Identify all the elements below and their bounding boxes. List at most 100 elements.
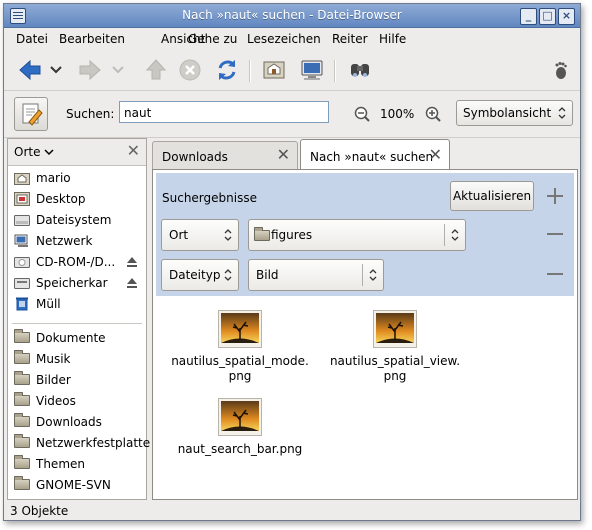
updown-arrows-icon xyxy=(451,229,459,241)
menu-lesezeichen[interactable]: Lesezeichen xyxy=(247,32,321,46)
cdrom-drive-icon xyxy=(14,257,30,268)
sidebar-item-musik[interactable]: Musik xyxy=(14,349,142,369)
folder-icon xyxy=(14,329,30,343)
tab-downloads[interactable]: Downloads ✕ xyxy=(152,141,298,169)
zoom-in-button[interactable] xyxy=(425,106,441,125)
combo-divider xyxy=(362,264,363,286)
sidebar-item-netzwerk[interactable]: Netzwerk xyxy=(14,231,142,251)
sidebar-item-themen[interactable]: Themen xyxy=(14,454,142,474)
file-type-select[interactable]: Bild xyxy=(248,259,384,291)
computer-icon xyxy=(301,60,323,80)
status-bar: 3 Objekte xyxy=(4,500,580,520)
tab-panel: Suchergebnisse Aktualisieren Ort figures xyxy=(152,169,578,500)
sidebar-mode-select[interactable]: Orte xyxy=(14,145,54,159)
sidebar-item-label: Müll xyxy=(36,297,61,311)
stop-icon xyxy=(179,59,201,81)
folder-icon xyxy=(14,350,30,364)
menu-datei[interactable]: Datei xyxy=(16,32,48,46)
sidebar-item-muell[interactable]: Müll xyxy=(14,294,142,314)
close-window-button[interactable]: × xyxy=(558,8,575,25)
chevron-down-icon xyxy=(50,66,62,74)
sidebar-item-label: mario xyxy=(36,171,71,185)
sidebar-item-speicherkarte[interactable]: Speicherkar xyxy=(14,273,142,293)
sidebar-item-bilder[interactable]: Bilder xyxy=(14,370,142,390)
close-tab-icon[interactable]: ✕ xyxy=(429,147,442,163)
search-button[interactable] xyxy=(346,56,374,84)
image-file-icon xyxy=(373,310,417,348)
sidebar-item-label: Bilder xyxy=(36,373,71,387)
sidebar-item-label: Netzwerk xyxy=(36,234,93,248)
close-tab-icon[interactable]: ✕ xyxy=(277,147,290,163)
sidebar-item-dateisystem[interactable]: Dateisystem xyxy=(14,210,142,230)
image-thumbnail xyxy=(218,398,262,436)
file-item[interactable]: naut_search_bar.png xyxy=(170,398,310,457)
home-icon xyxy=(263,61,285,79)
search-input[interactable]: naut xyxy=(119,101,329,123)
view-mode-value: Symbolansicht xyxy=(463,106,552,120)
menu-gehe-zu[interactable]: Gehe zu xyxy=(188,32,237,46)
reload-button[interactable] xyxy=(213,56,241,84)
history-dropdown[interactable] xyxy=(48,56,64,84)
back-button[interactable] xyxy=(16,56,44,84)
main-area: Downloads ✕ Nach »naut« suchen ✕ Sucherg… xyxy=(152,139,578,501)
sidebar-item-mario[interactable]: mario xyxy=(14,168,142,188)
zoom-out-button[interactable] xyxy=(354,106,370,125)
title-bar[interactable]: Nach »naut« suchen - Datei-Browser _ □ × xyxy=(4,4,580,28)
refresh-button[interactable]: Aktualisieren xyxy=(450,181,534,211)
add-criterion-icon[interactable] xyxy=(546,187,564,205)
location-select[interactable]: figures xyxy=(248,219,466,251)
home-button[interactable] xyxy=(260,56,288,84)
zoom-level[interactable]: 100% xyxy=(380,107,414,121)
file-item[interactable]: nautilus_spatial_mode. png xyxy=(170,310,310,384)
remove-criterion-icon[interactable] xyxy=(546,225,564,243)
up-button[interactable] xyxy=(142,56,170,84)
sidebar-item-dokumente[interactable]: Dokumente xyxy=(14,328,142,348)
zoom-in-icon xyxy=(425,106,441,122)
status-text: 3 Objekte xyxy=(10,504,69,518)
window-title: Nach »naut« suchen - Datei-Browser xyxy=(182,8,402,22)
file-name-line: naut_search_bar.png xyxy=(177,442,303,456)
image-thumbnail xyxy=(218,310,262,348)
up-icon xyxy=(145,59,167,80)
sidebar-item-netzwerkfestplatte[interactable]: Netzwerkfestplatte xyxy=(14,433,150,453)
eject-icon xyxy=(127,257,137,267)
sidebar-item-desktop[interactable]: Desktop xyxy=(14,189,142,209)
criterion-type-select[interactable]: Ort xyxy=(161,219,239,251)
folder-icon xyxy=(254,227,270,241)
menu-bearbeiten[interactable]: Bearbeiten xyxy=(59,32,125,46)
search-results-title: Suchergebnisse xyxy=(162,191,257,205)
remove-criterion-icon[interactable] xyxy=(546,265,564,283)
file-item[interactable]: nautilus_spatial_view. png xyxy=(325,310,465,384)
updown-arrows-icon xyxy=(224,269,232,281)
computer-button[interactable] xyxy=(298,56,326,84)
updown-arrows-icon xyxy=(558,107,566,119)
gnome-foot-icon xyxy=(555,62,567,79)
gnome-foot-logo xyxy=(552,56,570,84)
sidebar-item-label: Netzwerkfestplatte xyxy=(36,436,151,450)
menu-reiter[interactable]: Reiter xyxy=(332,32,368,46)
trash-icon xyxy=(16,297,28,311)
refresh-button-label: Aktualisieren xyxy=(452,189,532,203)
maximize-button[interactable]: □ xyxy=(539,8,556,25)
search-label: Suchen: xyxy=(66,107,115,121)
sidebar-close-icon[interactable]: ✕ xyxy=(127,143,140,159)
sidebar-item-label: Musik xyxy=(36,352,71,366)
menu-hilfe[interactable]: Hilfe xyxy=(379,32,406,46)
view-mode-select[interactable]: Symbolansicht xyxy=(456,100,573,126)
sidebar-item-cdrom[interactable]: CD-ROM-/D... xyxy=(14,252,142,272)
minimize-button[interactable]: _ xyxy=(520,8,537,25)
file-name: naut_search_bar.png xyxy=(170,442,310,457)
stop-button[interactable] xyxy=(176,56,204,84)
forward-dropdown[interactable] xyxy=(110,56,126,84)
sidebar-item-label: Videos xyxy=(36,394,76,408)
search-toggle-button[interactable] xyxy=(14,97,48,131)
sidebar-item-gnome-svn[interactable]: GNOME-SVN xyxy=(14,475,142,495)
tab-search-naut[interactable]: Nach »naut« suchen ✕ xyxy=(300,139,450,170)
sidebar-mode-value: Orte xyxy=(14,145,41,159)
forward-icon xyxy=(79,59,101,81)
eject-icon xyxy=(127,278,137,288)
sidebar-item-videos[interactable]: Videos xyxy=(14,391,142,411)
criterion-type-select[interactable]: Dateityp xyxy=(161,259,239,291)
forward-button[interactable] xyxy=(76,56,104,84)
sidebar-item-downloads[interactable]: Downloads xyxy=(14,412,142,432)
